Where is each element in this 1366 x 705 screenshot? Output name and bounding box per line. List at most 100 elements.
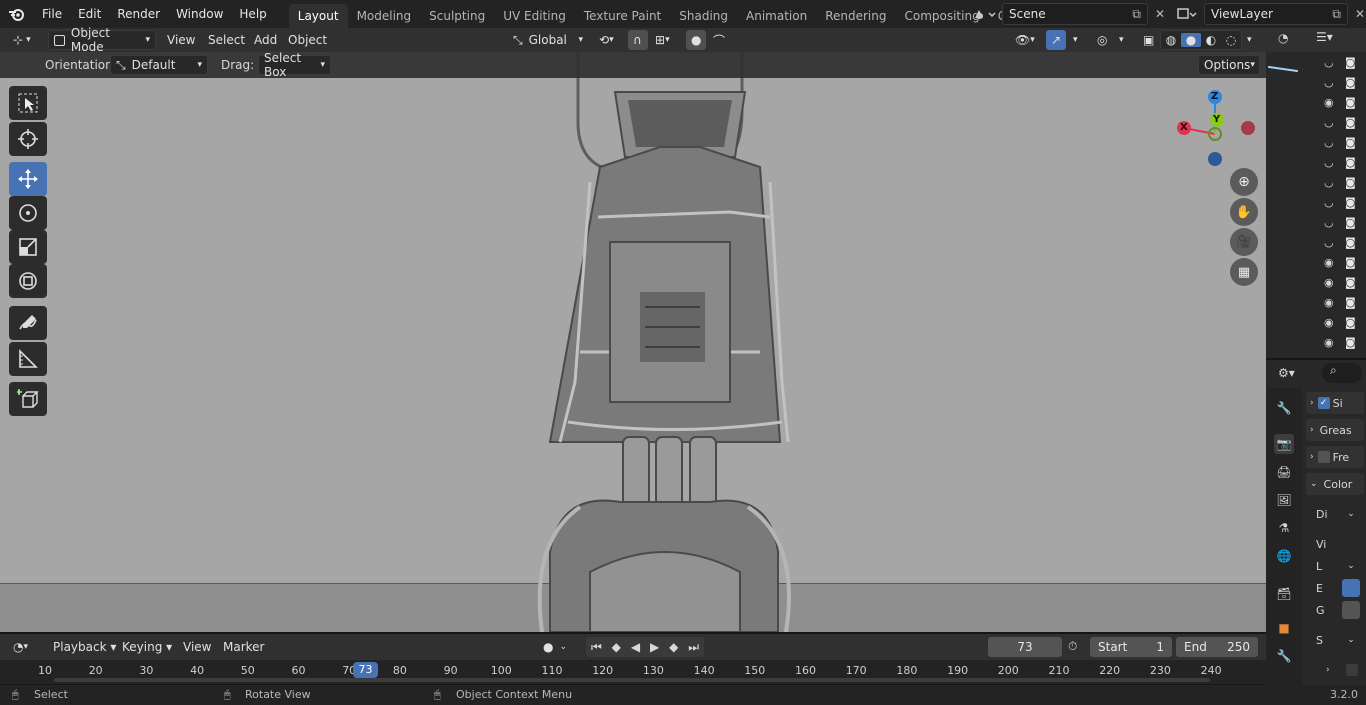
add-cube-tool[interactable] <box>9 382 47 416</box>
transform-orientation-dropdown[interactable]: ⤡ Global ▾ <box>508 30 588 50</box>
menu-edit[interactable]: Edit <box>70 0 109 28</box>
drag-dropdown[interactable]: Select Box ▾ <box>258 51 331 79</box>
viewlayer-browse-icon[interactable] <box>1172 4 1202 24</box>
outliner-display-icon[interactable]: ☰▾ <box>1316 30 1333 44</box>
menu-window[interactable]: Window <box>168 0 231 28</box>
orientation-dropdown[interactable]: ⤡ Default ▾ <box>110 55 208 75</box>
menu-keying[interactable]: Keying ▾ <box>117 637 177 657</box>
scene-tab-icon[interactable]: ⚗ <box>1274 518 1294 538</box>
eye-closed-icon[interactable]: ◡ <box>1324 156 1334 169</box>
perspective-toggle-button[interactable]: ▦ <box>1230 258 1258 286</box>
camera-render-icon[interactable]: ◙ <box>1345 256 1356 269</box>
camera-render-icon[interactable]: ◙ <box>1345 236 1356 249</box>
grease-pencil-row[interactable]: › Greas <box>1306 419 1364 441</box>
look-dropdown[interactable]: ⌄ <box>1342 557 1360 575</box>
next-keyframe-icon[interactable]: ◆ <box>669 640 678 654</box>
tool-tab-icon[interactable]: 🔧 <box>1274 398 1294 418</box>
properties-editor-icon[interactable]: ⚙▾ <box>1278 366 1295 380</box>
play-icon[interactable]: ▶ <box>650 640 659 654</box>
current-frame-field[interactable]: 73 <box>988 637 1062 657</box>
properties-search-field[interactable]: ⌕ <box>1322 363 1362 383</box>
copy-icon[interactable]: ⧉ <box>1332 7 1341 22</box>
viewlayer-name-field[interactable]: ViewLayer ⧉ <box>1204 3 1348 25</box>
outliner-editor-icon[interactable]: ◔ <box>1278 31 1288 45</box>
menu-view[interactable]: View <box>162 30 200 50</box>
blender-logo-icon[interactable] <box>0 0 34 28</box>
camera-render-icon[interactable]: ◙ <box>1345 76 1356 89</box>
checkbox-checked[interactable]: ✓ <box>1317 397 1330 409</box>
checkbox-unchecked[interactable] <box>1346 664 1358 676</box>
camera-render-icon[interactable]: ◙ <box>1345 336 1356 349</box>
playhead[interactable]: 73 <box>353 662 378 678</box>
collection-tab-icon[interactable]: 🗃 <box>1274 584 1294 604</box>
menu-object[interactable]: Object <box>283 30 332 50</box>
eye-closed-icon[interactable]: ◡ <box>1324 216 1334 229</box>
eye-open-icon[interactable]: ◉ <box>1324 296 1334 309</box>
start-frame-field[interactable]: Start 1 <box>1090 637 1172 657</box>
eye-closed-icon[interactable]: ◡ <box>1324 176 1334 189</box>
xray-toggle[interactable]: ▣ <box>1138 30 1156 50</box>
rendered-shading-icon[interactable]: ◌ <box>1221 33 1241 47</box>
eye-open-icon[interactable]: ◉ <box>1324 336 1334 349</box>
falloff-dropdown[interactable]: ⌒ <box>708 30 734 50</box>
camera-render-icon[interactable]: ◙ <box>1345 116 1356 129</box>
auto-keying-toggle[interactable]: ● ⌄ <box>538 637 576 657</box>
transform-tool[interactable] <box>9 264 47 298</box>
eye-closed-icon[interactable]: ◡ <box>1324 56 1334 69</box>
scene-name-field[interactable]: Scene ⧉ <box>1002 3 1148 25</box>
material-shading-icon[interactable]: ◐ <box>1201 33 1221 47</box>
menu-add[interactable]: Add <box>249 30 282 50</box>
eye-open-icon[interactable]: ◉ <box>1324 276 1334 289</box>
output-tab-icon[interactable]: 🖨 <box>1274 462 1294 482</box>
measure-tool[interactable] <box>9 342 47 376</box>
tab-uv-editing[interactable]: UV Editing <box>494 4 575 28</box>
proportional-edit-toggle[interactable]: ● <box>686 30 706 50</box>
eye-open-icon[interactable]: ◉ <box>1324 316 1334 329</box>
camera-render-icon[interactable]: ◙ <box>1345 176 1356 189</box>
camera-view-button[interactable]: 🎥 <box>1230 228 1258 256</box>
editor-type-dropdown[interactable]: ⊹ ▾ <box>8 30 42 50</box>
zoom-button[interactable]: ⊕ <box>1230 168 1258 196</box>
menu-file[interactable]: File <box>34 0 70 28</box>
annotate-tool[interactable] <box>9 306 47 340</box>
eye-closed-icon[interactable]: ◡ <box>1324 76 1334 89</box>
copy-icon[interactable]: ⧉ <box>1132 7 1141 22</box>
curves-row[interactable]: › <box>1306 659 1364 681</box>
stereoscopy-row[interactable]: › ✓ Si <box>1306 392 1364 414</box>
pan-button[interactable]: ✋ <box>1230 198 1258 226</box>
overlays-toggle[interactable]: ◎ <box>1092 30 1112 50</box>
eye-closed-icon[interactable]: ◡ <box>1324 196 1334 209</box>
viewlayer-close-icon[interactable]: ✕ <box>1350 4 1366 24</box>
camera-render-icon[interactable]: ◙ <box>1345 56 1356 69</box>
jump-end-icon[interactable]: ⏭ <box>688 640 699 655</box>
render-tab-icon[interactable]: 📷 <box>1274 434 1294 454</box>
pivot-dropdown[interactable]: ⟲ ▾ <box>594 30 624 50</box>
freestyle-row[interactable]: › Fre <box>1306 446 1364 468</box>
camera-render-icon[interactable]: ◙ <box>1345 156 1356 169</box>
checkbox-unchecked[interactable] <box>1317 451 1330 463</box>
object-tab-icon[interactable]: ■ <box>1274 618 1294 638</box>
overlays-dropdown[interactable]: ▾ <box>1114 30 1128 50</box>
mode-dropdown[interactable]: Object Mode ▾ <box>48 26 156 54</box>
tab-texture-paint[interactable]: Texture Paint <box>575 4 670 28</box>
camera-render-icon[interactable]: ◙ <box>1345 96 1356 109</box>
3d-viewport[interactable]: Z X Y ⊕ ✋ 🎥 ▦ <box>0 52 1266 632</box>
jump-start-icon[interactable]: ⏮ <box>591 640 602 655</box>
cursor-tool[interactable] <box>9 122 47 156</box>
scene-browse-icon[interactable] <box>970 4 1000 24</box>
camera-render-icon[interactable]: ◙ <box>1345 296 1356 309</box>
eye-open-icon[interactable]: ◉ <box>1324 96 1334 109</box>
camera-render-icon[interactable]: ◙ <box>1345 216 1356 229</box>
gamma-slider[interactable] <box>1342 601 1360 619</box>
camera-render-icon[interactable]: ◙ <box>1345 196 1356 209</box>
display-device-dropdown[interactable]: ⌄ <box>1342 505 1360 523</box>
tab-rendering[interactable]: Rendering <box>816 4 895 28</box>
wireframe-shading-icon[interactable]: ◍ <box>1161 33 1181 47</box>
timeline-editor-dropdown[interactable]: ◔ ▾ <box>8 637 40 657</box>
select-box-tool[interactable] <box>9 86 47 120</box>
menu-render[interactable]: Render <box>109 0 168 28</box>
sequencer-dropdown[interactable]: ⌄ <box>1342 631 1360 649</box>
tab-animation[interactable]: Animation <box>737 4 816 28</box>
shading-dropdown[interactable]: ▾ <box>1242 30 1258 50</box>
gizmo-toggle[interactable]: ↗ <box>1046 30 1066 50</box>
